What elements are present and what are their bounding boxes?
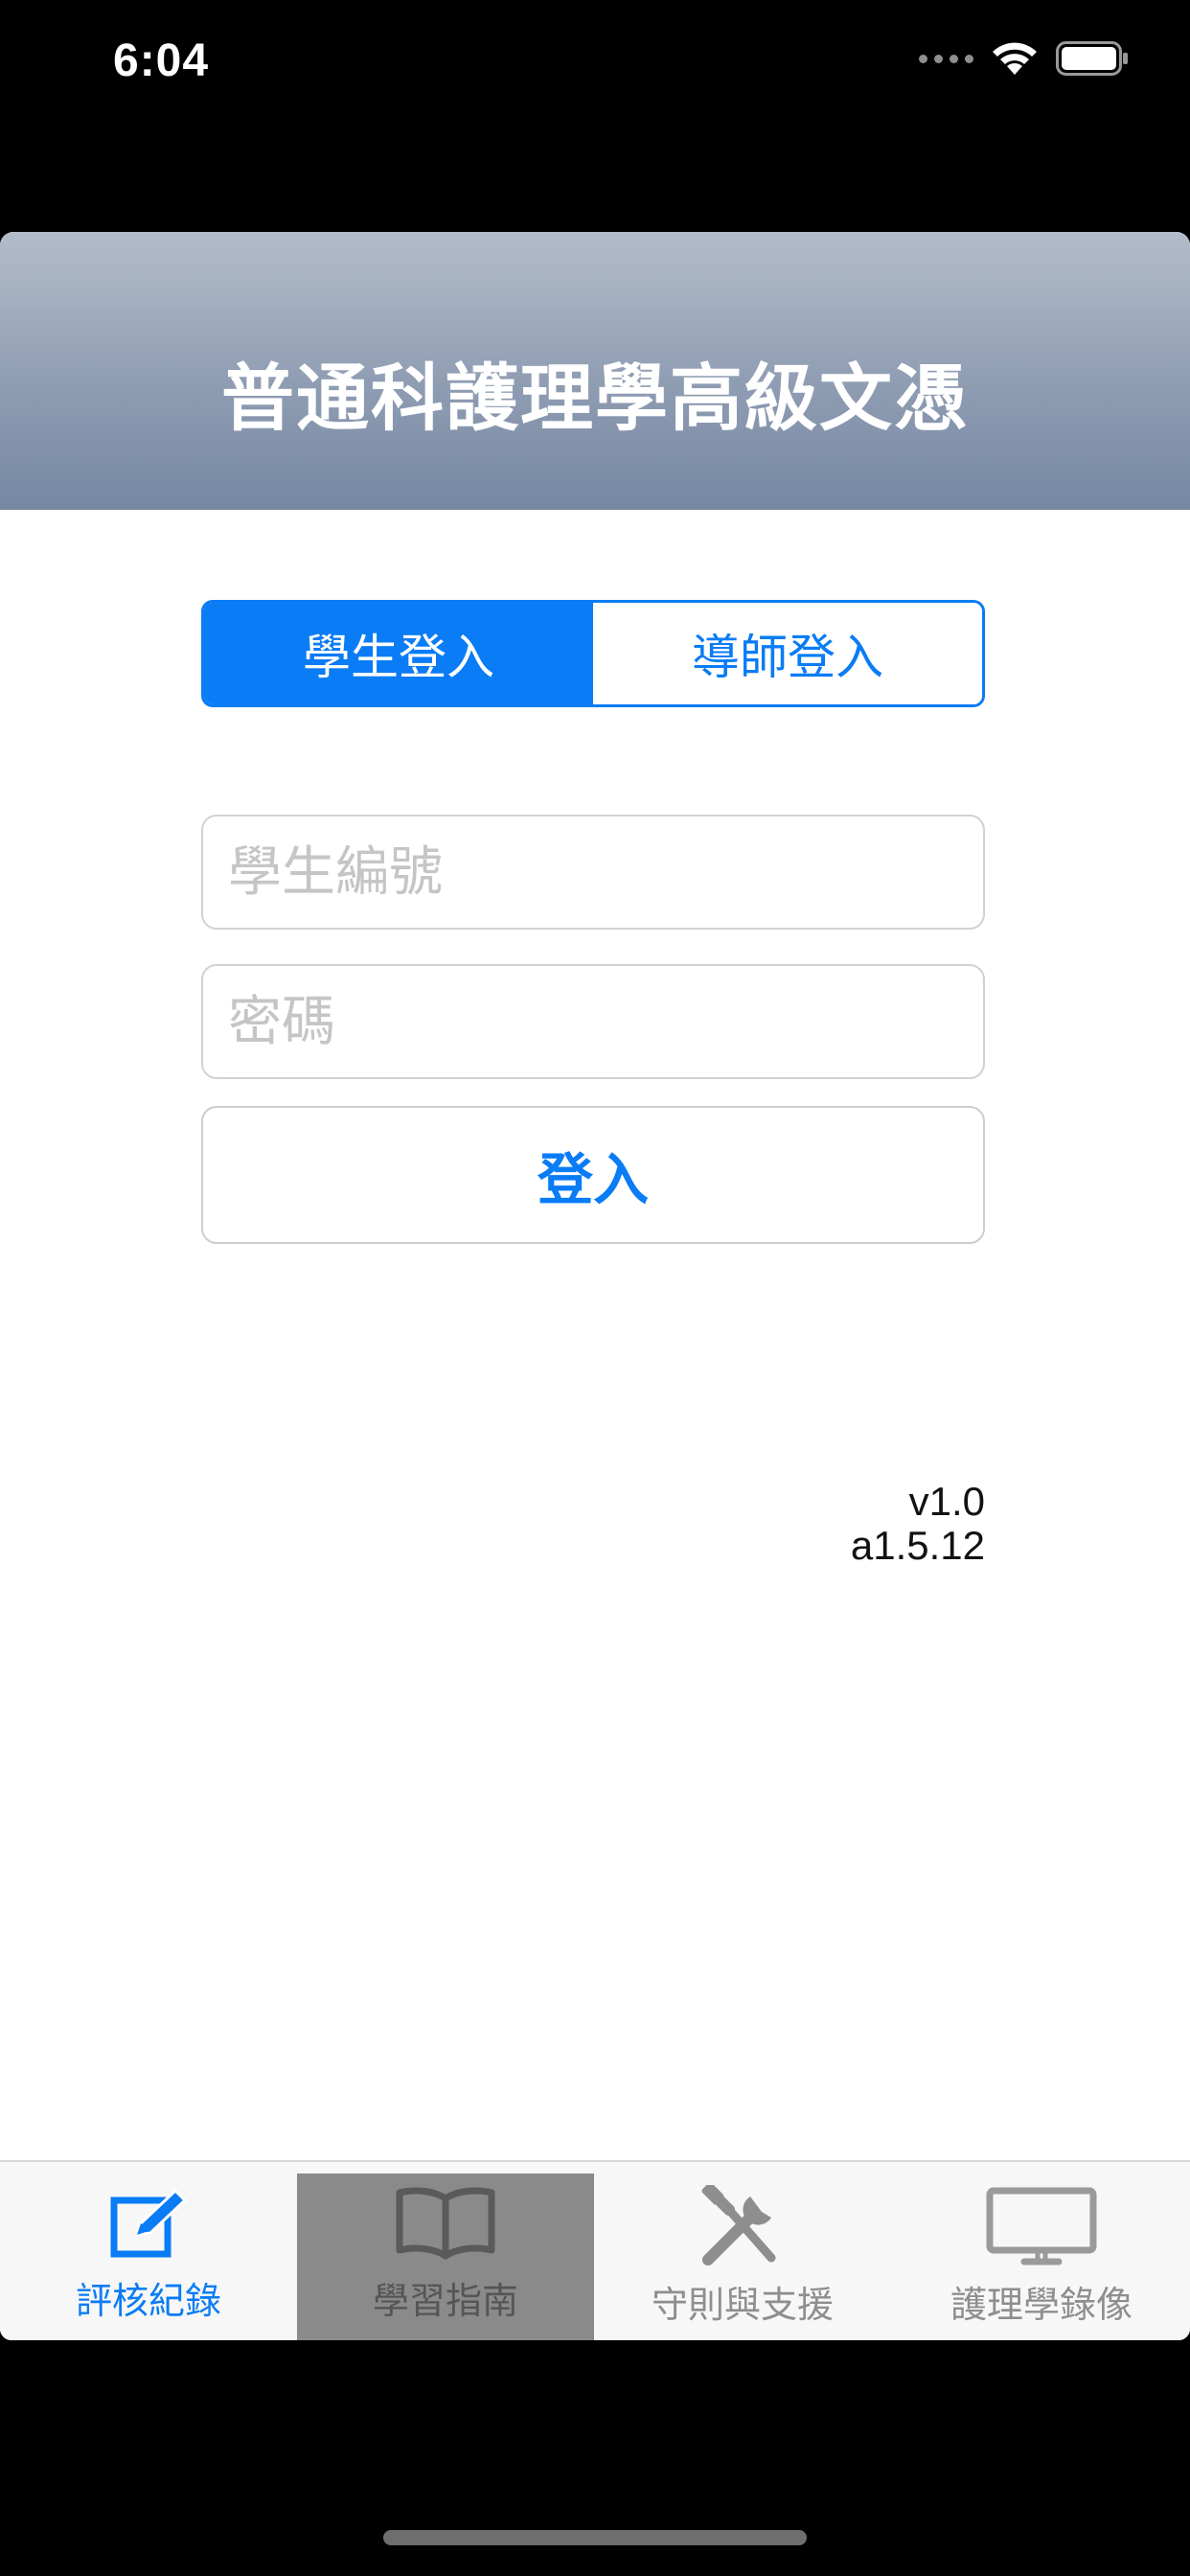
tab-tutor-login[interactable]: 導師登入 (593, 603, 982, 704)
tab-label: 守則與支援 (651, 2284, 834, 2326)
tools-icon (701, 2185, 776, 2266)
edit-icon (110, 2188, 188, 2258)
login-mode-segmented-control: 學生登入 導師登入 (201, 600, 985, 707)
status-time: 6:04 (113, 35, 210, 86)
wifi-icon (993, 42, 1037, 75)
tab-bar: 評核紀錄 學習指南 守則與支援 護理學錄像 (0, 2160, 1190, 2340)
status-bar: 6:04 (0, 0, 1190, 134)
tab-label: 評核紀錄 (75, 2280, 221, 2322)
tab-label: 學習指南 (372, 2280, 518, 2322)
home-indicator[interactable] (383, 2530, 807, 2545)
tab-student-login[interactable]: 學生登入 (204, 603, 593, 704)
monitor-icon (986, 2187, 1097, 2266)
page-title: 普通科護理學高級文憑 (221, 356, 969, 441)
book-icon (396, 2187, 495, 2260)
header-banner: 普通科護理學高級文憑 (0, 232, 1190, 510)
tab-rules-support[interactable]: 守則與支援 (594, 2174, 891, 2340)
version-info: v1.0 a1.5.12 (851, 1480, 985, 1568)
build-version: a1.5.12 (850, 1523, 985, 1568)
app-version: v1.0 (908, 1479, 985, 1524)
cellular-signal-icon (919, 54, 973, 63)
tab-label: 護理學錄像 (950, 2284, 1133, 2326)
tab-assessment-records[interactable]: 評核紀錄 (0, 2174, 297, 2340)
student-id-input[interactable] (201, 815, 985, 930)
app-window: 普通科護理學高級文憑 學生登入 導師登入 登入 v1.0 a1.5.12 評核紀… (0, 232, 1190, 2340)
login-button[interactable]: 登入 (201, 1106, 985, 1244)
tab-learning-guide[interactable]: 學習指南 (297, 2174, 594, 2340)
status-icons (919, 40, 1129, 77)
password-input[interactable] (201, 964, 985, 1079)
tab-nursing-videos[interactable]: 護理學錄像 (893, 2174, 1190, 2340)
battery-icon (1056, 41, 1128, 76)
